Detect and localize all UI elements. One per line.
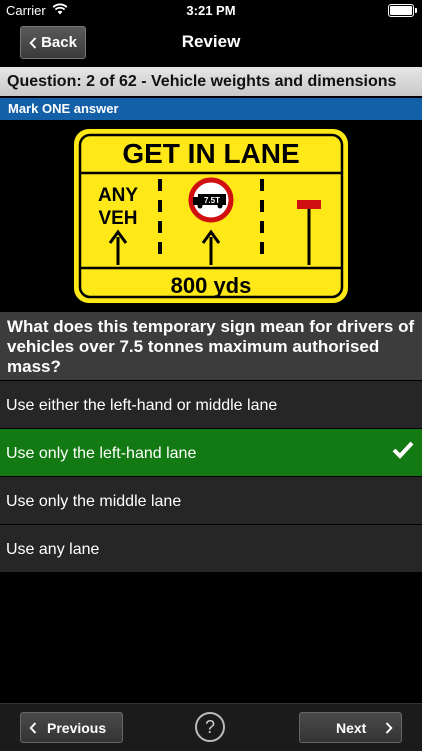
answer-label: Use any lane [6, 541, 100, 558]
page-title: Review [181, 32, 241, 51]
answer-option-4[interactable]: Use any lane [0, 525, 422, 573]
get-in-lane-sign: GET IN LANE ANY VEH 7.5T 800 yds [72, 127, 350, 305]
chevron-left-icon [29, 721, 37, 734]
previous-button[interactable]: Previous [20, 712, 123, 743]
help-button[interactable]: ? [195, 712, 225, 742]
weight-label: 7.5T [204, 196, 220, 205]
status-bar: Carrier 3:21 PM [0, 0, 422, 22]
answer-label: Use only the middle lane [6, 493, 182, 510]
lane-closed-marker [297, 200, 321, 209]
instruction-bar: Mark ONE answer [0, 98, 422, 120]
answer-option-3[interactable]: Use only the middle lane [0, 477, 422, 525]
sign-image-area: GET IN LANE ANY VEH 7.5T 800 yds [0, 120, 422, 312]
next-button[interactable]: Next [299, 712, 402, 743]
answer-option-1[interactable]: Use either the left-hand or middle lane [0, 381, 422, 429]
next-button-label: Next [336, 719, 367, 736]
bottom-toolbar: Previous ? Next [0, 703, 422, 751]
answer-label: Use either the left-hand or middle lane [6, 397, 278, 414]
sign-line2: VEH [98, 208, 137, 229]
answer-list: Use either the left-hand or middle lane … [0, 381, 422, 573]
question-text: What does this temporary sign mean for d… [0, 312, 422, 380]
sign-distance: 800 yds [171, 273, 252, 298]
chevron-right-icon [385, 721, 393, 734]
answer-label: Use only the left-hand lane [6, 445, 197, 462]
sign-heading: GET IN LANE [122, 138, 299, 169]
battery-icon [388, 4, 417, 17]
question-header: Question: 2 of 62 - Vehicle weights and … [0, 67, 422, 96]
sign-line1: ANY [98, 185, 138, 206]
navigation-bar: Back Review [0, 22, 422, 64]
previous-button-label: Previous [47, 719, 107, 736]
checkmark-icon [392, 441, 414, 464]
clock: 3:21 PM [186, 3, 236, 18]
answer-option-2[interactable]: Use only the left-hand lane [0, 429, 422, 477]
